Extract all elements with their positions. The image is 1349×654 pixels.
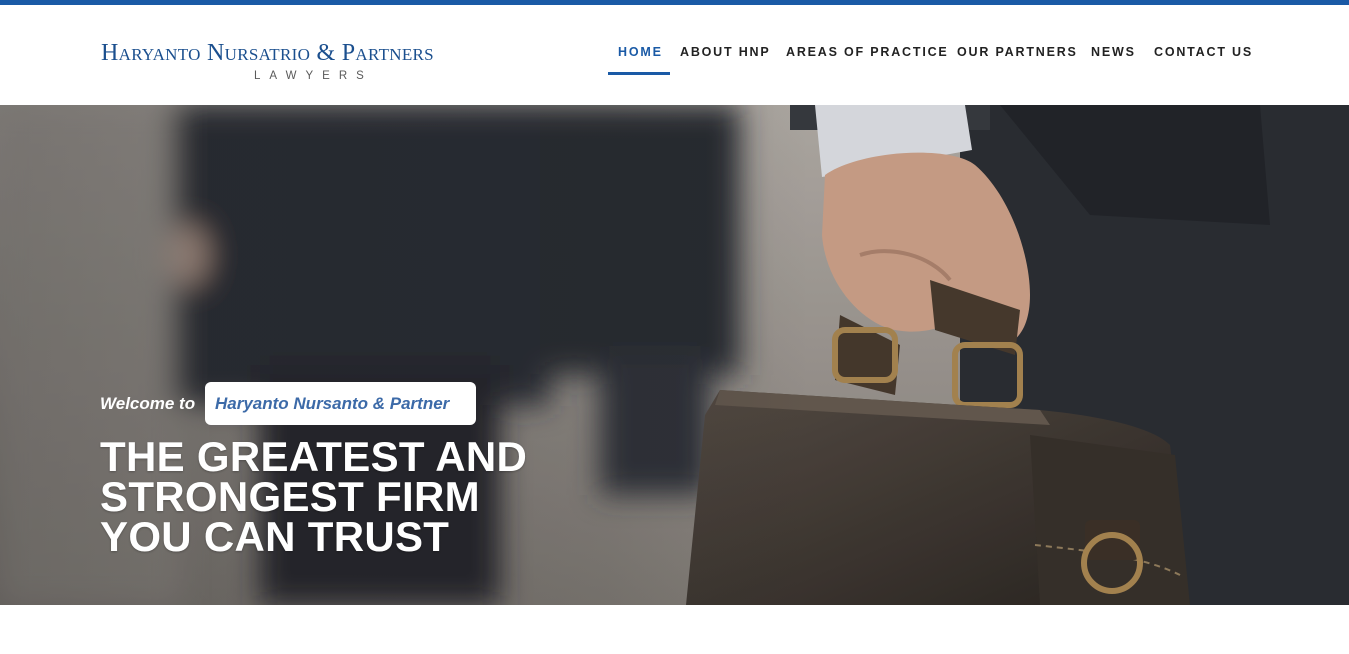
nav-about-hnp[interactable]: ABOUT HNP bbox=[680, 45, 771, 59]
hero-headline: THE GREATEST AND STRONGEST FIRM YOU CAN … bbox=[100, 433, 620, 560]
nav-news[interactable]: NEWS bbox=[1091, 45, 1136, 59]
hero-banner: Welcome to Haryanto Nursanto & Partner T… bbox=[0, 105, 1349, 605]
headline-line-2: STRONGEST FIRM bbox=[100, 473, 480, 520]
nav-home[interactable]: HOME bbox=[618, 45, 663, 59]
welcome-highlight-text: Haryanto Nursanto & Partner bbox=[215, 394, 450, 413]
nav-our-partners[interactable]: OUR PARTNERS bbox=[957, 45, 1078, 59]
welcome-prefix: Welcome to bbox=[100, 394, 196, 413]
nav-areas-of-practice[interactable]: AREAS OF PRACTICE bbox=[786, 45, 949, 59]
nav-contact-us[interactable]: CONTACT US bbox=[1154, 45, 1253, 59]
nav-active-indicator bbox=[608, 72, 670, 75]
headline-line-1: THE GREATEST AND bbox=[100, 433, 528, 480]
welcome-highlight-badge: Haryanto Nursanto & Partner bbox=[205, 382, 476, 425]
site-header: Haryanto Nursatrio & Partners LAWYERS HO… bbox=[0, 5, 1349, 105]
headline-line-3: YOU CAN TRUST bbox=[100, 513, 450, 560]
main-navigation: HOME ABOUT HNP AREAS OF PRACTICE OUR PAR… bbox=[0, 5, 1349, 105]
